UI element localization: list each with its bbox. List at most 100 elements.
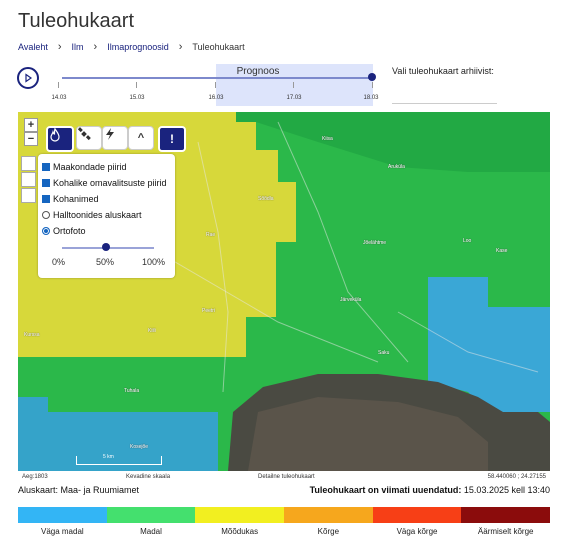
lightning-icon (106, 128, 114, 140)
legend-labels: Väga madal Madal Mõõdukas Kõrge Väga kõr… (18, 527, 550, 536)
legend-swatch (106, 507, 196, 523)
legend-swatch (372, 507, 462, 523)
satellite-icon (77, 127, 91, 141)
chevron-right-icon: › (57, 41, 62, 53)
place-label: Jõelähtme (363, 240, 387, 246)
timeline-tick (58, 82, 59, 88)
breadcrumb-current: Tuleohukaart (192, 42, 245, 52)
legend-swatch (195, 507, 285, 523)
layer-municipality-borders[interactable]: Kohalike omavalitsuste piirid (42, 178, 167, 188)
legend-label: Väga madal (40, 527, 84, 536)
breadcrumb-home[interactable]: Avaleht (18, 42, 48, 52)
layer-panel: Maakondade piirid Kohalike omavalitsuste… (38, 154, 175, 278)
place-label: Saku (378, 350, 390, 356)
legend-label: Madal (140, 527, 162, 536)
timeline-date[interactable]: 14.03 (51, 95, 66, 101)
layers-icon[interactable] (21, 156, 36, 171)
update-info: Tuleohukaart on viimati uuendatud: 15.03… (310, 485, 550, 495)
home-icon[interactable] (21, 172, 36, 187)
layer-label: Kohanimed (53, 194, 99, 204)
opacity-label-max: 100% (142, 257, 166, 267)
search-icon[interactable] (21, 188, 36, 203)
update-time: 15.03.2025 kell 13:40 (463, 485, 550, 495)
fire-icon (50, 128, 60, 142)
basemap-credit: Aluskaart: Maa- ja Ruumiamet (18, 485, 140, 495)
timeline-date[interactable]: 17.03 (286, 95, 301, 101)
timeline-tick (372, 82, 373, 88)
timeline-date[interactable]: 18.03 (363, 95, 378, 101)
breadcrumb-ilmaprognoosid[interactable]: Ilmaprognoosid (107, 42, 169, 52)
prognoos-label: Prognoos (236, 66, 280, 77)
satellite-layer-button[interactable] (76, 126, 102, 150)
zoom-info: Aeg:1803 (22, 474, 48, 480)
place-label: Rae (206, 232, 216, 238)
layer-place-names[interactable]: Kohanimed (42, 194, 99, 204)
layer-grayscale-basemap[interactable]: Halltoonides aluskaart (42, 210, 142, 220)
place-label: Kiili (148, 328, 156, 334)
radio[interactable] (42, 227, 50, 235)
place-label: Kase (496, 248, 508, 254)
layer-label: Maakondade piirid (53, 162, 127, 172)
play-icon (25, 73, 33, 83)
checkbox[interactable] (42, 195, 50, 203)
checkbox[interactable] (42, 179, 50, 187)
play-button[interactable] (17, 67, 39, 89)
basemap-scale: Kevadine skaala (126, 474, 171, 480)
layer-label: Kohalike omavalitsuste piirid (53, 178, 167, 188)
checkbox[interactable] (42, 163, 50, 171)
timeline-tick (215, 82, 216, 88)
update-prefix: Tuleohukaart on viimati uuendatud: (309, 485, 462, 495)
place-label: Järveküla (340, 297, 362, 303)
opacity-label-min: 0% (52, 257, 66, 267)
scale-label: 5 km (103, 454, 114, 460)
fire-risk-map[interactable]: Kiisa Aruküla Sõõdla Jõelähtme Loo Rae P… (18, 112, 550, 471)
coordinates: 58.440060 ; 24.27155 (487, 474, 546, 480)
timeline-handle[interactable] (368, 73, 376, 81)
archive-label: Vali tuleohukaart arhiivist: (392, 66, 494, 76)
zoom-in-button[interactable]: + (24, 118, 38, 132)
opacity-label-mid: 50% (96, 257, 115, 267)
breadcrumb-ilm[interactable]: Ilm (72, 42, 84, 52)
layer-orthophoto[interactable]: Ortofoto (42, 226, 86, 236)
timeline[interactable]: Prognoos 14.03 15.03 16.03 17.03 18.03 (51, 60, 379, 106)
timeline-date[interactable]: 15.03 (129, 95, 144, 101)
timeline-tick (293, 82, 294, 88)
fire-layer-button[interactable] (46, 126, 74, 152)
layer-label: Halltoonides aluskaart (53, 210, 142, 220)
legend-bar (18, 507, 551, 523)
place-label: Aruküla (388, 164, 405, 170)
legend-label: Mõõdukas (221, 527, 259, 536)
opacity-slider-handle[interactable] (102, 243, 110, 251)
chevron-right-icon: › (93, 41, 98, 53)
layer-label: Ortofoto (53, 226, 86, 236)
legend-swatch (284, 507, 373, 523)
page-title: Tuleohukaart (18, 10, 134, 32)
scale-bar: 5 km (76, 454, 162, 465)
alert-button[interactable]: ! (158, 126, 186, 152)
timeline-date[interactable]: 16.03 (208, 95, 223, 101)
archive-date-input[interactable] (392, 103, 497, 104)
radio[interactable] (42, 211, 50, 219)
legend-label: Kõrge (317, 527, 340, 536)
chevron-right-icon: › (178, 41, 183, 53)
zoom-out-button[interactable]: − (24, 132, 38, 146)
timeline-track[interactable] (62, 77, 372, 79)
place-label: Loo (463, 238, 472, 244)
legend-label: Väga kõrge (396, 527, 438, 536)
alert-icon: ! (170, 132, 174, 146)
layer-county-borders[interactable]: Maakondade piirid (42, 162, 127, 172)
place-label: Kurssa (24, 332, 40, 338)
timeline-tick (136, 82, 137, 88)
chevron-up-icon: ^ (137, 132, 145, 144)
legend-swatch (18, 507, 107, 523)
place-label: Sõõdla (258, 196, 274, 202)
place-label: Peetri (202, 308, 216, 314)
legend-swatch (461, 507, 551, 523)
place-label: Kiisa (322, 136, 333, 142)
lightning-layer-button[interactable] (102, 126, 128, 150)
place-label: Kosejõe (130, 444, 149, 450)
place-label: Tuhala (124, 388, 140, 394)
breadcrumb: Avaleht › Ilm › Ilmaprognoosid › Tuleohu… (18, 41, 245, 53)
map-footer: Aeg:1803 Kevadine skaala Detailne tuleoh… (18, 472, 550, 483)
expand-controls-button[interactable]: ^ (128, 126, 154, 150)
